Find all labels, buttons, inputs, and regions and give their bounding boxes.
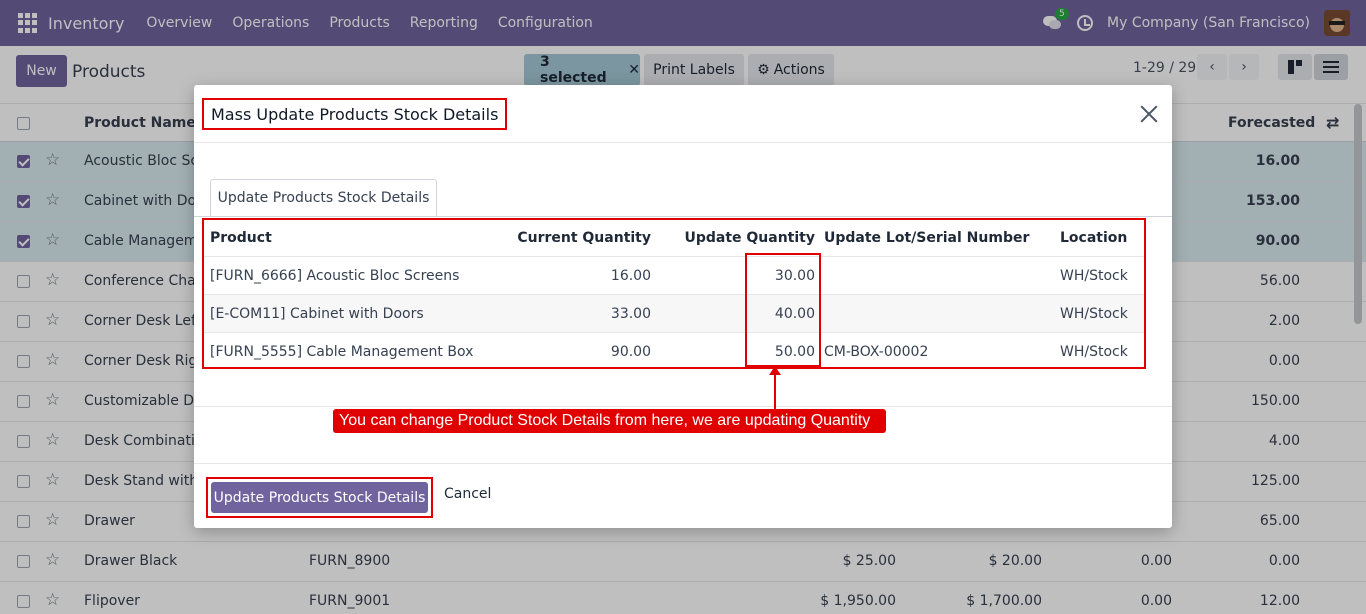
row-product: [FURN_6666] Acoustic Bloc Screens: [210, 268, 460, 284]
row-product: [FURN_5555] Cable Management Box: [210, 344, 474, 360]
table-row[interactable]: [FURN_6666] Acoustic Bloc Screens 16.00 30…: [204, 256, 1144, 294]
row-location[interactable]: WH/Stock: [1060, 257, 1128, 295]
table-row[interactable]: [E-COM11] Cabinet with Doors 33.00 40.00 WH…: [204, 294, 1144, 332]
row-product: [E-COM11] Cabinet with Doors: [210, 306, 424, 322]
row-current-quantity: 90.00: [610, 344, 651, 360]
col-location: Location: [1060, 230, 1128, 246]
table-row[interactable]: [FURN_5555] Cable Management Box 90.00 50.…: [204, 332, 1144, 370]
col-lot-serial: Update Lot/Serial Number: [824, 230, 1030, 246]
row-current-quantity: 16.00: [610, 268, 651, 284]
annotation-arrow: [774, 372, 776, 410]
close-icon[interactable]: [1138, 103, 1160, 125]
tab-update-stock-details[interactable]: Update Products Stock Details: [210, 179, 437, 217]
col-product: Product: [210, 230, 272, 246]
update-quantity-highlight: [745, 253, 821, 367]
col-update-quantity: Update Quantity: [684, 230, 815, 246]
update-stock-details-button[interactable]: Update Products Stock Details: [211, 482, 428, 513]
modal-header: Mass Update Products Stock Details: [194, 85, 1172, 143]
row-current-quantity: 33.00: [610, 306, 651, 322]
row-lot-serial[interactable]: CM-BOX-00002: [824, 333, 928, 371]
row-location[interactable]: WH/Stock: [1060, 333, 1128, 371]
empty-row: [194, 369, 1172, 407]
annotation-callout: You can change Product Stock Details fro…: [333, 409, 886, 433]
primary-button-highlight: Update Products Stock Details: [206, 477, 433, 518]
col-current-quantity: Current Quantity: [517, 230, 651, 246]
cancel-button[interactable]: Cancel: [444, 486, 491, 502]
mass-update-dialog: Mass Update Products Stock Details Updat…: [194, 85, 1172, 528]
stock-details-table: Product Current Quantity Update Quantity…: [202, 218, 1146, 369]
modal-title: Mass Update Products Stock Details: [202, 98, 508, 130]
modal-footer: Update Products Stock Details Cancel: [194, 463, 1172, 528]
row-location[interactable]: WH/Stock: [1060, 295, 1128, 333]
tab-divider: [194, 216, 1172, 217]
